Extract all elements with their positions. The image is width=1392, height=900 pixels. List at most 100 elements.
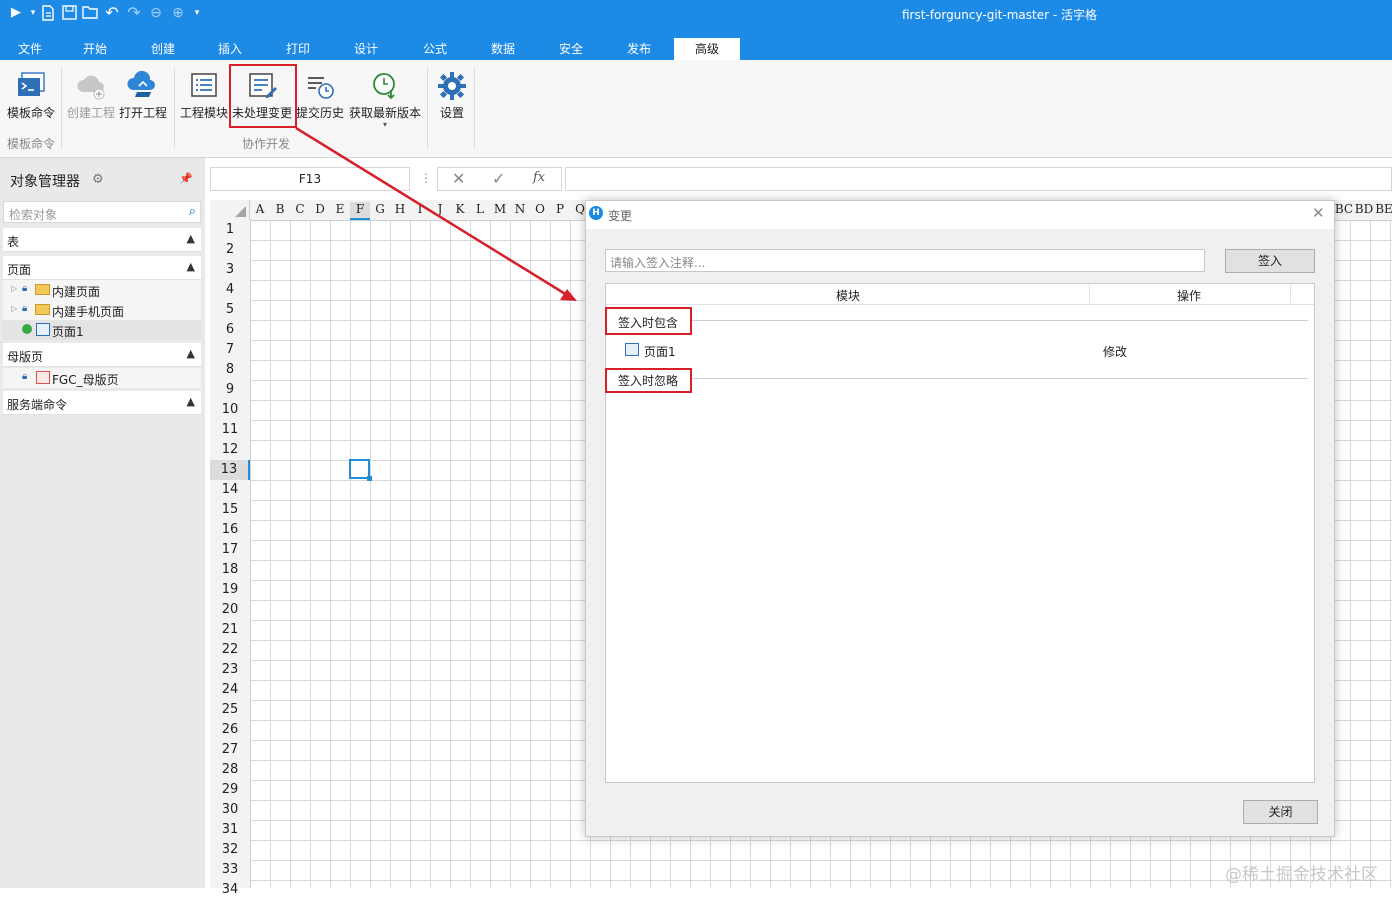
gear-icon[interactable]: ⚙ (92, 172, 104, 187)
row-header-cell[interactable]: 17 (210, 540, 250, 560)
column-header-cell[interactable]: K (450, 202, 470, 216)
row-header-cell[interactable]: 33 (210, 860, 250, 880)
section-master-pages[interactable]: 母版页 ▲ (3, 343, 201, 367)
tab-publish[interactable]: 发布 (609, 38, 669, 60)
expand-arrow-icon[interactable]: ▷ (11, 304, 17, 313)
checkin-button[interactable]: 签入 (1225, 249, 1315, 273)
customize-dropdown-icon[interactable]: ▾ (189, 5, 205, 21)
tree-item-page1[interactable]: 页面1 (3, 320, 201, 340)
tab-formula[interactable]: 公式 (405, 38, 465, 60)
tree-item-builtin-pages[interactable]: ▷ 🔒︎ 内建页面 (3, 280, 201, 300)
close-icon[interactable]: ✕ (1312, 204, 1325, 222)
search-icon[interactable]: ⌕ (189, 204, 196, 219)
fill-handle[interactable] (367, 476, 372, 481)
back-icon[interactable]: ⊖ (148, 5, 164, 21)
column-header-cell[interactable]: C (290, 202, 310, 216)
tab-create[interactable]: 创建 (133, 38, 193, 60)
row-header-cell[interactable]: 11 (210, 420, 250, 440)
open-folder-icon[interactable] (82, 5, 98, 21)
cell-name-box[interactable]: F13 (210, 167, 410, 191)
expand-arrow-icon[interactable]: ▷ (11, 284, 17, 293)
row-header-cell[interactable]: 3 (210, 260, 250, 280)
close-button[interactable]: 关闭 (1243, 800, 1318, 824)
checkin-comment-input[interactable]: 请输入签入注释... (605, 249, 1205, 272)
cancel-icon[interactable]: ✕ (452, 169, 465, 188)
redo-icon[interactable]: ↷ (126, 5, 142, 21)
column-header-cell[interactable]: H (390, 202, 410, 216)
row-header-cell[interactable]: 22 (210, 640, 250, 660)
chevron-up-icon[interactable]: ▲ (187, 347, 195, 360)
row-header-cell[interactable]: 29 (210, 780, 250, 800)
commit-history-button[interactable]: 提交历史 (294, 70, 346, 121)
section-tables[interactable]: 表 ▲ (3, 228, 201, 252)
column-header-cell[interactable]: I (410, 202, 430, 216)
tab-design[interactable]: 设计 (336, 38, 396, 60)
splitter-handle-icon[interactable]: ⋮ (420, 171, 432, 185)
chevron-up-icon[interactable]: ▲ (187, 260, 195, 273)
project-module-button[interactable]: 工程模块 (178, 70, 230, 121)
column-header-module[interactable]: 模块 (836, 287, 860, 304)
section-pages[interactable]: 页面 ▲ (3, 256, 201, 280)
column-header-cell[interactable]: G (370, 202, 390, 216)
row-header-cell[interactable]: 6 (210, 320, 250, 340)
new-file-icon[interactable] (40, 5, 56, 21)
column-header-cell[interactable]: A (250, 202, 270, 216)
open-project-button[interactable]: 打开工程 (117, 70, 169, 121)
column-header-cell[interactable]: BC (1334, 202, 1354, 216)
column-header-cell[interactable]: M (490, 202, 510, 216)
undo-icon[interactable]: ↶ (104, 5, 120, 21)
column-header-cell[interactable]: B (270, 202, 290, 216)
row-header-cell[interactable]: 34 (210, 880, 250, 900)
run-icon[interactable]: ▶ (8, 5, 24, 21)
select-all-corner[interactable] (210, 200, 250, 220)
section-server-commands[interactable]: 服务端命令 ▲ (3, 391, 201, 415)
get-latest-version-button[interactable]: 获取最新版本 ▾ (347, 70, 423, 129)
row-header-cell[interactable]: 14 (210, 480, 250, 500)
chevron-up-icon[interactable]: ▲ (187, 232, 195, 245)
row-header-cell[interactable]: 16 (210, 520, 250, 540)
confirm-icon[interactable]: ✓ (492, 169, 505, 188)
list-item[interactable]: 页面1 修改 (610, 340, 1310, 360)
tab-print[interactable]: 打印 (268, 38, 328, 60)
row-header-cell[interactable]: 15 (210, 500, 250, 520)
column-header-cell[interactable]: P (550, 202, 570, 216)
tree-item-master-page[interactable]: 🔒︎ FGC_母版页 (3, 368, 201, 388)
column-header-cell[interactable]: L (470, 202, 490, 216)
tab-insert[interactable]: 插入 (200, 38, 260, 60)
column-header-cell[interactable]: N (510, 202, 530, 216)
tab-file[interactable]: 文件 (0, 38, 60, 60)
column-header-action[interactable]: 操作 (1177, 287, 1201, 304)
row-header-cell[interactable]: 5 (210, 300, 250, 320)
create-project-button[interactable]: 创建工程 (65, 70, 117, 121)
column-header-cell[interactable]: J (430, 202, 450, 216)
object-search-input[interactable]: 检索对象 ⌕ (3, 201, 201, 223)
chevron-up-icon[interactable]: ▲ (187, 395, 195, 408)
save-icon[interactable] (61, 5, 77, 21)
row-header-cell[interactable]: 23 (210, 660, 250, 680)
row-header-cell[interactable]: 10 (210, 400, 250, 420)
tab-data[interactable]: 数据 (473, 38, 533, 60)
function-icon[interactable]: fx (533, 170, 545, 185)
row-header-cell[interactable]: 26 (210, 720, 250, 740)
tab-home[interactable]: 开始 (65, 38, 125, 60)
row-header-cell[interactable]: 30 (210, 800, 250, 820)
row-header-cell[interactable]: 32 (210, 840, 250, 860)
row-header-cell[interactable]: 27 (210, 740, 250, 760)
row-header-cell[interactable]: 1 (210, 220, 250, 240)
tab-advanced[interactable]: 高级 (674, 38, 740, 60)
pin-icon[interactable]: 📌 (179, 172, 193, 185)
column-header-cell[interactable]: BD (1354, 202, 1374, 216)
row-header-cell[interactable]: 28 (210, 760, 250, 780)
column-header-cell[interactable]: O (530, 202, 550, 216)
row-header-cell[interactable]: 12 (210, 440, 250, 460)
row-header-cell[interactable]: 24 (210, 680, 250, 700)
row-header-cell[interactable]: 21 (210, 620, 250, 640)
row-header-cell[interactable]: 20 (210, 600, 250, 620)
row-header-cell[interactable]: 4 (210, 280, 250, 300)
settings-button[interactable]: 设置 (432, 70, 472, 121)
row-header-cell[interactable]: 8 (210, 360, 250, 380)
run-dropdown-icon[interactable]: ▾ (25, 5, 41, 21)
row-header-cell[interactable]: 18 (210, 560, 250, 580)
column-header-cell[interactable]: F (350, 202, 370, 220)
forward-icon[interactable]: ⊕ (170, 5, 186, 21)
